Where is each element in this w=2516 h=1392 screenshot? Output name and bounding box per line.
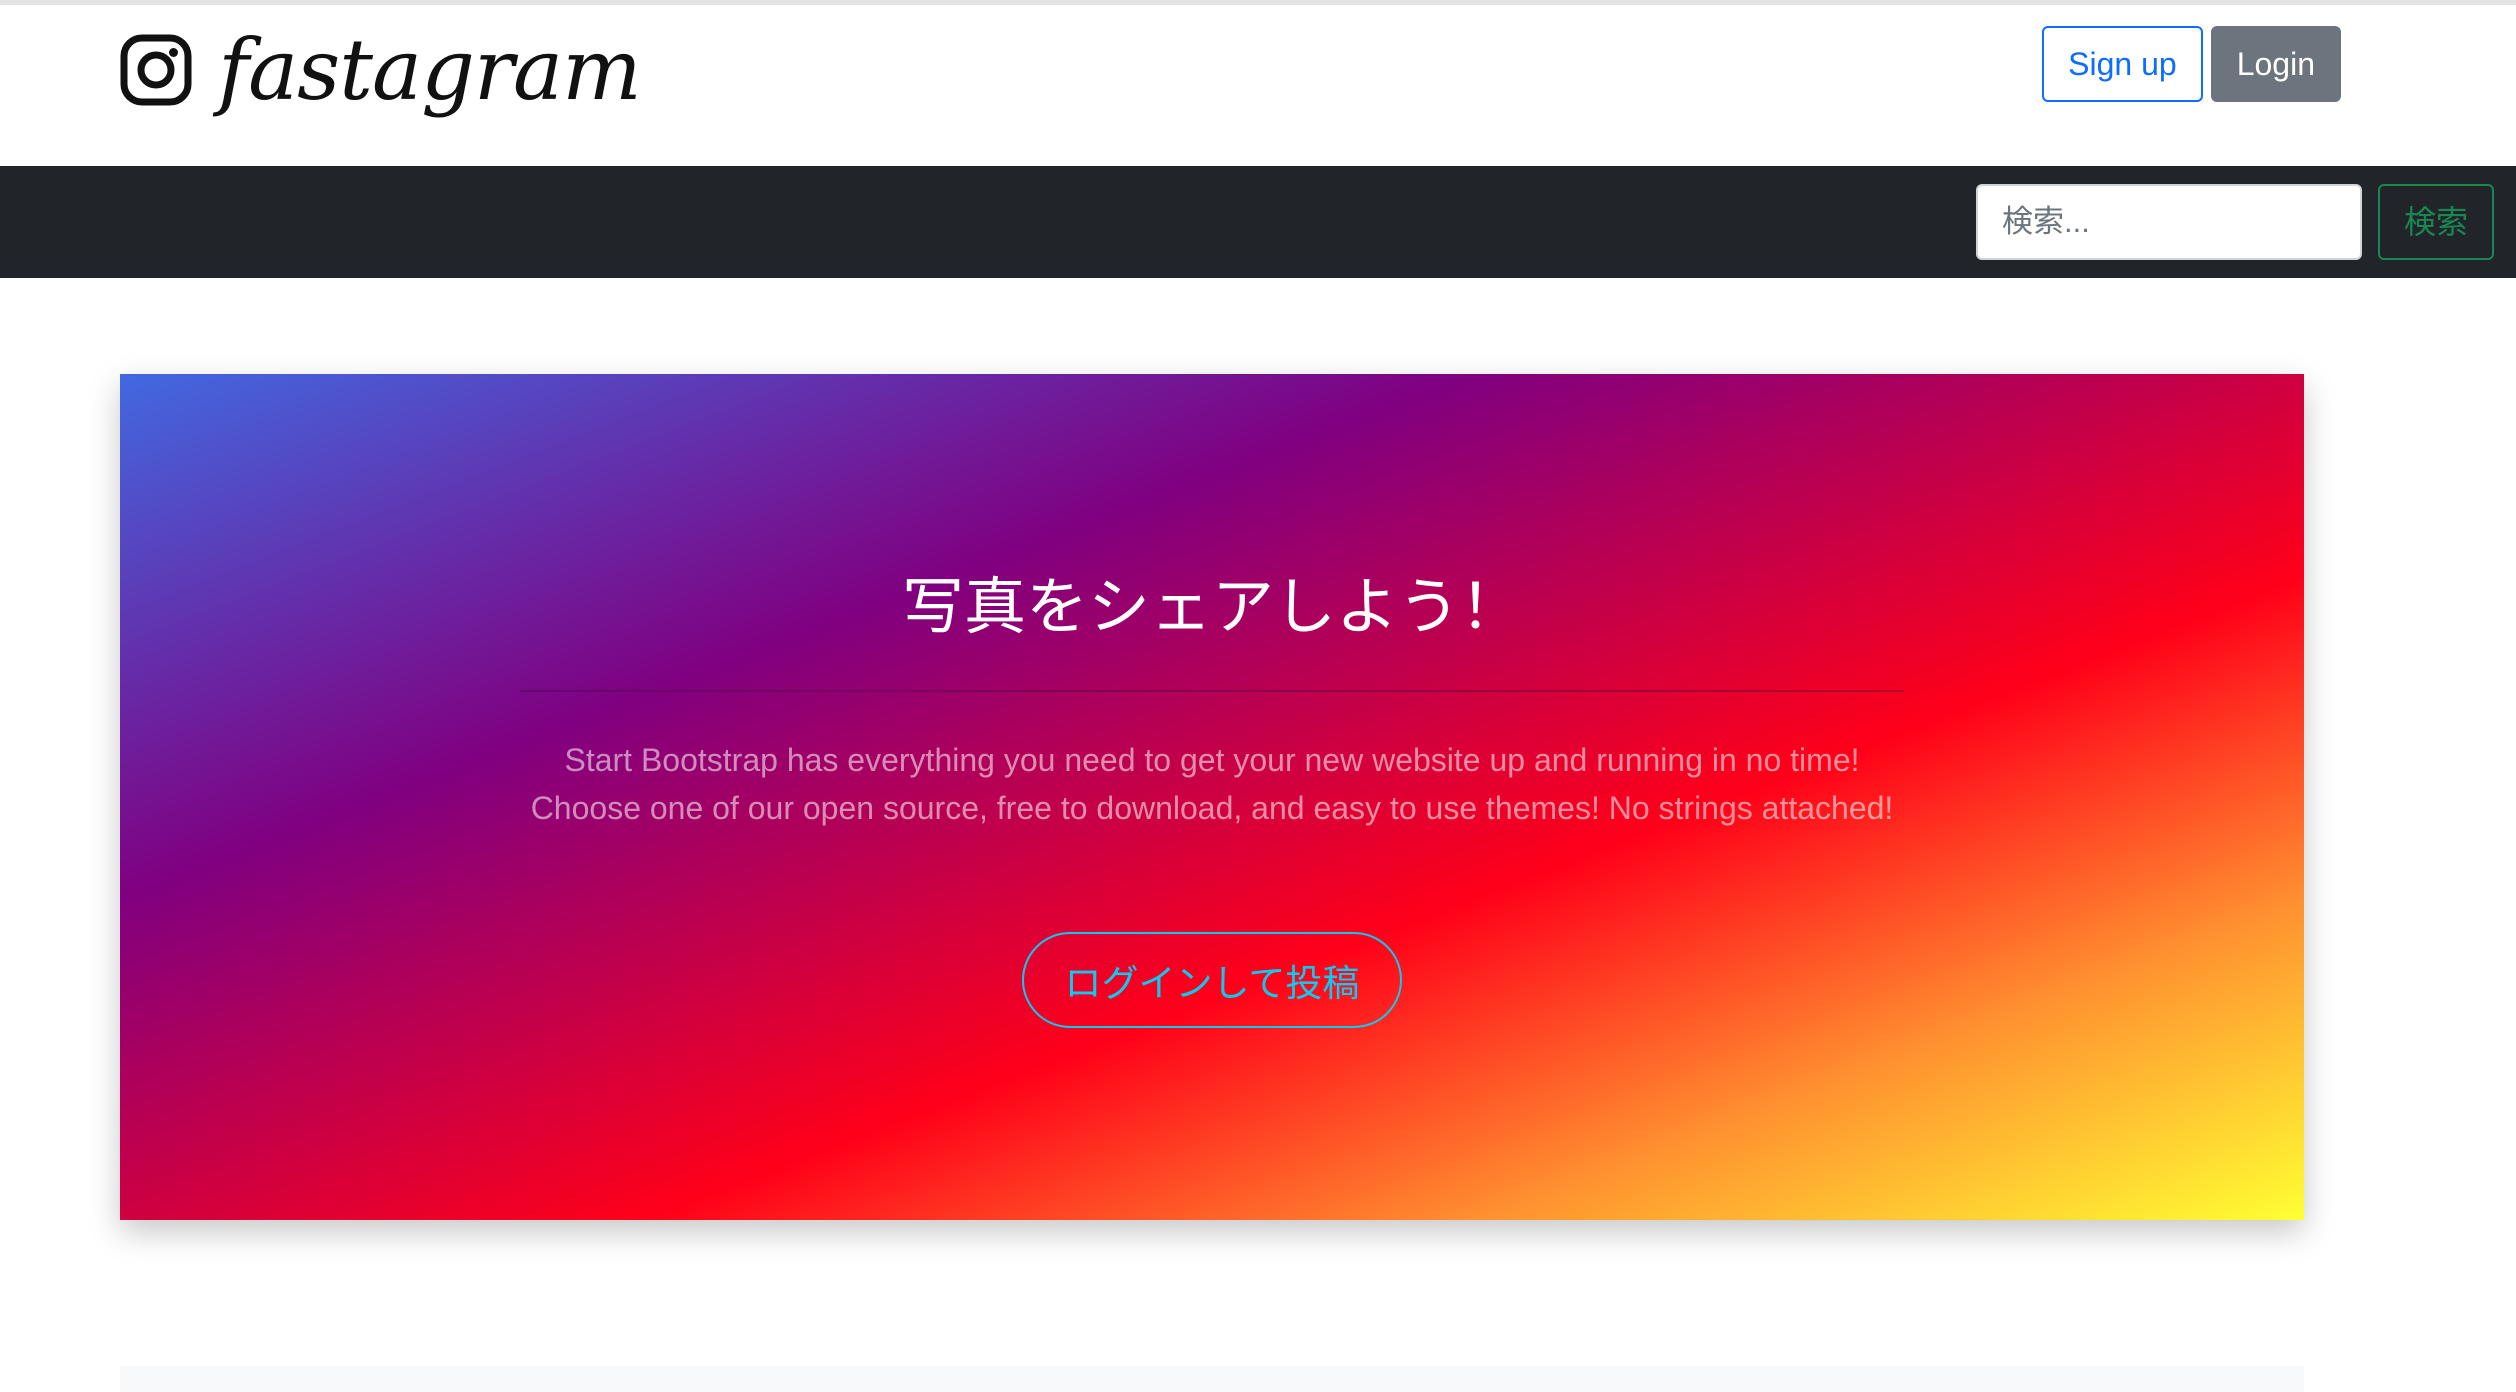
search-input[interactable]	[1976, 184, 2362, 260]
search-button[interactable]: 検索	[2378, 184, 2494, 260]
search-form: 検索	[1976, 184, 2494, 260]
login-button[interactable]: Login	[2210, 26, 2341, 102]
hero-banner: 写真をシェアしよう！ Start Bootstrap has everythin…	[120, 374, 2304, 1220]
hero-divider	[520, 690, 1904, 692]
hero-lead: Start Bootstrap has everything you need …	[530, 742, 1894, 826]
instagram-icon	[120, 34, 192, 106]
logo-link[interactable]: fastagram	[120, 15, 642, 125]
content-section-top	[120, 1366, 2304, 1392]
signup-button[interactable]: Sign up	[2042, 26, 2203, 102]
site-header: fastagram Sign up Login	[0, 5, 2516, 166]
login-to-post-button[interactable]: ログインして投稿	[1022, 932, 1402, 1028]
navbar-brand[interactable]: agram	[0, 166, 1, 278]
navbar: agram 検索	[0, 166, 2516, 278]
brand-name: fastagram	[218, 21, 642, 119]
auth-buttons: Sign up Login	[2042, 26, 2341, 102]
hero-title: 写真をシェアしよう！	[901, 570, 1522, 643]
